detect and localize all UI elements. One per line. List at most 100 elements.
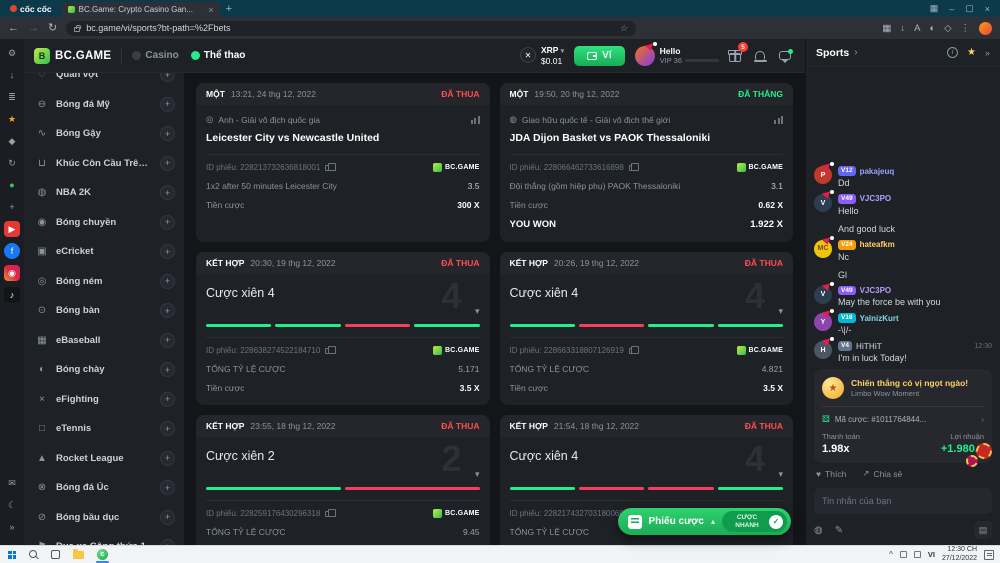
profile-widget[interactable]: Hello VIP 36 xyxy=(635,46,719,66)
bookmarks-star-icon[interactable]: ★ xyxy=(4,111,20,127)
username[interactable]: VJC3PO xyxy=(860,286,892,295)
tab-close-icon[interactable]: × xyxy=(208,5,213,15)
address-bar[interactable]: bc.game/vi/sports?bt-path=%2Fbets ☆ xyxy=(66,21,636,36)
adblock-icon[interactable]: ◐ xyxy=(929,23,935,34)
match-teams[interactable]: Leicester City vs Newcastle United xyxy=(206,132,480,144)
toggle-knob[interactable]: ✓ xyxy=(769,515,783,529)
history-icon[interactable]: ↻ xyxy=(4,155,20,171)
close-window-button[interactable]: × xyxy=(985,4,990,14)
sidebar-item-quần-vợt[interactable]: ◌Quần vợt+ xyxy=(24,73,184,90)
chat-settings-icon[interactable]: ▤ xyxy=(974,521,992,539)
tray-expand-icon[interactable]: ^ xyxy=(889,550,893,559)
add-to-favorites-button[interactable]: + xyxy=(160,480,175,495)
add-to-favorites-button[interactable]: + xyxy=(160,73,175,82)
chat-channel-title[interactable]: Sports xyxy=(816,47,849,59)
add-to-favorites-button[interactable]: + xyxy=(160,97,175,112)
sidebar-item-đua-xe-công-thức-1[interactable]: ⚑Đua xe Công thức 1+ xyxy=(24,532,184,545)
copy-icon[interactable] xyxy=(629,165,635,171)
username[interactable]: hateafkm xyxy=(860,240,895,249)
bcgame-logo[interactable]: B BC.GAME xyxy=(34,48,111,64)
add-to-favorites-button[interactable]: + xyxy=(160,451,175,466)
add-to-favorites-button[interactable]: + xyxy=(160,215,175,230)
tiktok-icon[interactable]: ♪ xyxy=(4,287,20,303)
chat-message-input[interactable] xyxy=(814,488,992,514)
facebook-icon[interactable]: f xyxy=(4,243,20,259)
chat-info-icon[interactable]: i xyxy=(947,47,958,58)
quick-bet-toggle[interactable]: CƯỢC NHANH ✓ xyxy=(722,511,787,532)
back-button[interactable]: ← xyxy=(8,23,19,34)
coccoc-blocker-icon[interactable]: ● xyxy=(4,177,20,193)
bet-code-row[interactable]: ⚄Mã cược: #1011764844...› xyxy=(822,414,984,425)
language-indicator[interactable]: VI xyxy=(928,550,935,559)
sidebar-item-bóng-bàn[interactable]: ⊙Bóng bàn+ xyxy=(24,296,184,326)
volume-icon[interactable] xyxy=(914,551,921,558)
sidebar-item-khúc-côn-cầu-trên-băng[interactable]: ⊔Khúc Côn Cầu Trên Băng+ xyxy=(24,149,184,179)
copy-icon[interactable] xyxy=(325,511,331,517)
collapse-rail-icon[interactable]: » xyxy=(4,519,20,535)
add-to-favorites-button[interactable]: + xyxy=(160,185,175,200)
sidebar-item-etennis[interactable]: □eTennis+ xyxy=(24,414,184,444)
user-avatar[interactable]: V xyxy=(814,286,832,304)
add-to-favorites-button[interactable]: + xyxy=(160,510,175,525)
sidebar-item-bóng-ném[interactable]: ◎Bóng ném+ xyxy=(24,267,184,297)
settings-icon[interactable]: ⚙ xyxy=(4,45,20,61)
downloads-icon[interactable]: ↓ xyxy=(4,67,20,83)
share-button[interactable]: ↗Chia sẻ xyxy=(862,468,902,479)
network-icon[interactable] xyxy=(900,551,907,558)
add-to-favorites-button[interactable]: + xyxy=(160,333,175,348)
user-avatar[interactable]: P xyxy=(814,166,832,184)
youtube-icon[interactable]: ▶ xyxy=(4,221,20,237)
start-button[interactable] xyxy=(6,547,18,563)
sidebar-item-rocket-league[interactable]: ▲Rocket League+ xyxy=(24,444,184,474)
task-view-button[interactable] xyxy=(49,547,62,563)
username[interactable]: VJC3PO xyxy=(860,194,892,203)
url-text[interactable]: bc.game/vi/sports?bt-path=%2Fbets xyxy=(86,23,614,33)
notifications-icon[interactable]: ✉ xyxy=(4,475,20,491)
add-shortcut-icon[interactable]: + xyxy=(4,199,20,215)
extensions-icon[interactable]: ◇ xyxy=(944,23,951,34)
tab-layout-icon[interactable]: ▦ xyxy=(930,3,939,14)
news-feed-icon[interactable]: ≣ xyxy=(4,89,20,105)
add-to-favorites-button[interactable]: + xyxy=(160,392,175,407)
action-center-icon[interactable] xyxy=(984,550,994,560)
sidebar-item-bóng-bầu-dục[interactable]: ⊘Bóng bầu dục+ xyxy=(24,503,184,533)
collapse-chat-icon[interactable]: » xyxy=(985,48,990,58)
add-to-favorites-button[interactable]: + xyxy=(160,156,175,171)
copy-icon[interactable] xyxy=(325,348,331,354)
copy-icon[interactable] xyxy=(629,348,635,354)
user-avatar[interactable]: MC xyxy=(814,240,832,258)
chat-rules-icon[interactable]: ◍ xyxy=(814,525,823,536)
win-card[interactable]: ★Chiến thắng có vị ngọt ngào!Limbo Wow M… xyxy=(814,369,992,463)
username[interactable]: HiTHiT xyxy=(856,342,882,351)
sidebar-item-ecricket[interactable]: ▣eCricket+ xyxy=(24,237,184,267)
sidebar-item-nba-2k[interactable]: ◍NBA 2K+ xyxy=(24,178,184,208)
browser-menu-icon[interactable]: ⋮ xyxy=(961,23,971,34)
nav-tab-casino[interactable]: Casino xyxy=(132,50,178,61)
night-mode-icon[interactable]: ☾ xyxy=(4,497,20,513)
like-button[interactable]: ♥Thích xyxy=(816,468,846,479)
maximize-button[interactable]: ▢ xyxy=(965,3,974,14)
coccoc-taskbar-button[interactable]: c xyxy=(95,547,110,563)
instagram-icon[interactable]: ◉ xyxy=(4,265,20,281)
bet-slip-button[interactable]: Phiếu cược ▴ CƯỢC NHANH ✓ xyxy=(618,508,792,535)
username[interactable]: pakajeuq xyxy=(860,167,895,176)
expand-chevron-icon[interactable]: ▾ xyxy=(475,306,480,317)
bell-icon[interactable] xyxy=(755,51,765,60)
wallet-balance[interactable]: ✕ XRP ▾ $0.01 xyxy=(520,45,564,67)
username[interactable]: YalnizKurt xyxy=(860,314,899,323)
sidebar-item-bóng-gậy[interactable]: ∿Bóng Gậy+ xyxy=(24,119,184,149)
add-to-favorites-button[interactable]: + xyxy=(160,274,175,289)
sidebar-item-bóng-đá-mỹ[interactable]: ⊖Bóng đá Mỹ+ xyxy=(24,90,184,120)
add-to-favorites-button[interactable]: + xyxy=(160,539,175,545)
taskbar-clock[interactable]: 12:30 CH 27/12/2022 xyxy=(942,546,977,563)
match-teams[interactable]: JDA Dijon Basket vs PAOK Thessaloniki xyxy=(510,132,784,144)
sidebar-item-bóng-chuyền[interactable]: ◉Bóng chuyền+ xyxy=(24,208,184,238)
file-explorer-button[interactable] xyxy=(71,547,86,563)
nav-tab-thể-thao[interactable]: Thể thao xyxy=(191,50,246,61)
add-to-favorites-button[interactable]: + xyxy=(160,362,175,377)
copy-icon[interactable] xyxy=(325,165,331,171)
profile-avatar[interactable] xyxy=(635,46,655,66)
stats-icon[interactable] xyxy=(471,116,480,124)
add-to-favorites-button[interactable]: + xyxy=(160,421,175,436)
search-button[interactable] xyxy=(27,547,40,563)
